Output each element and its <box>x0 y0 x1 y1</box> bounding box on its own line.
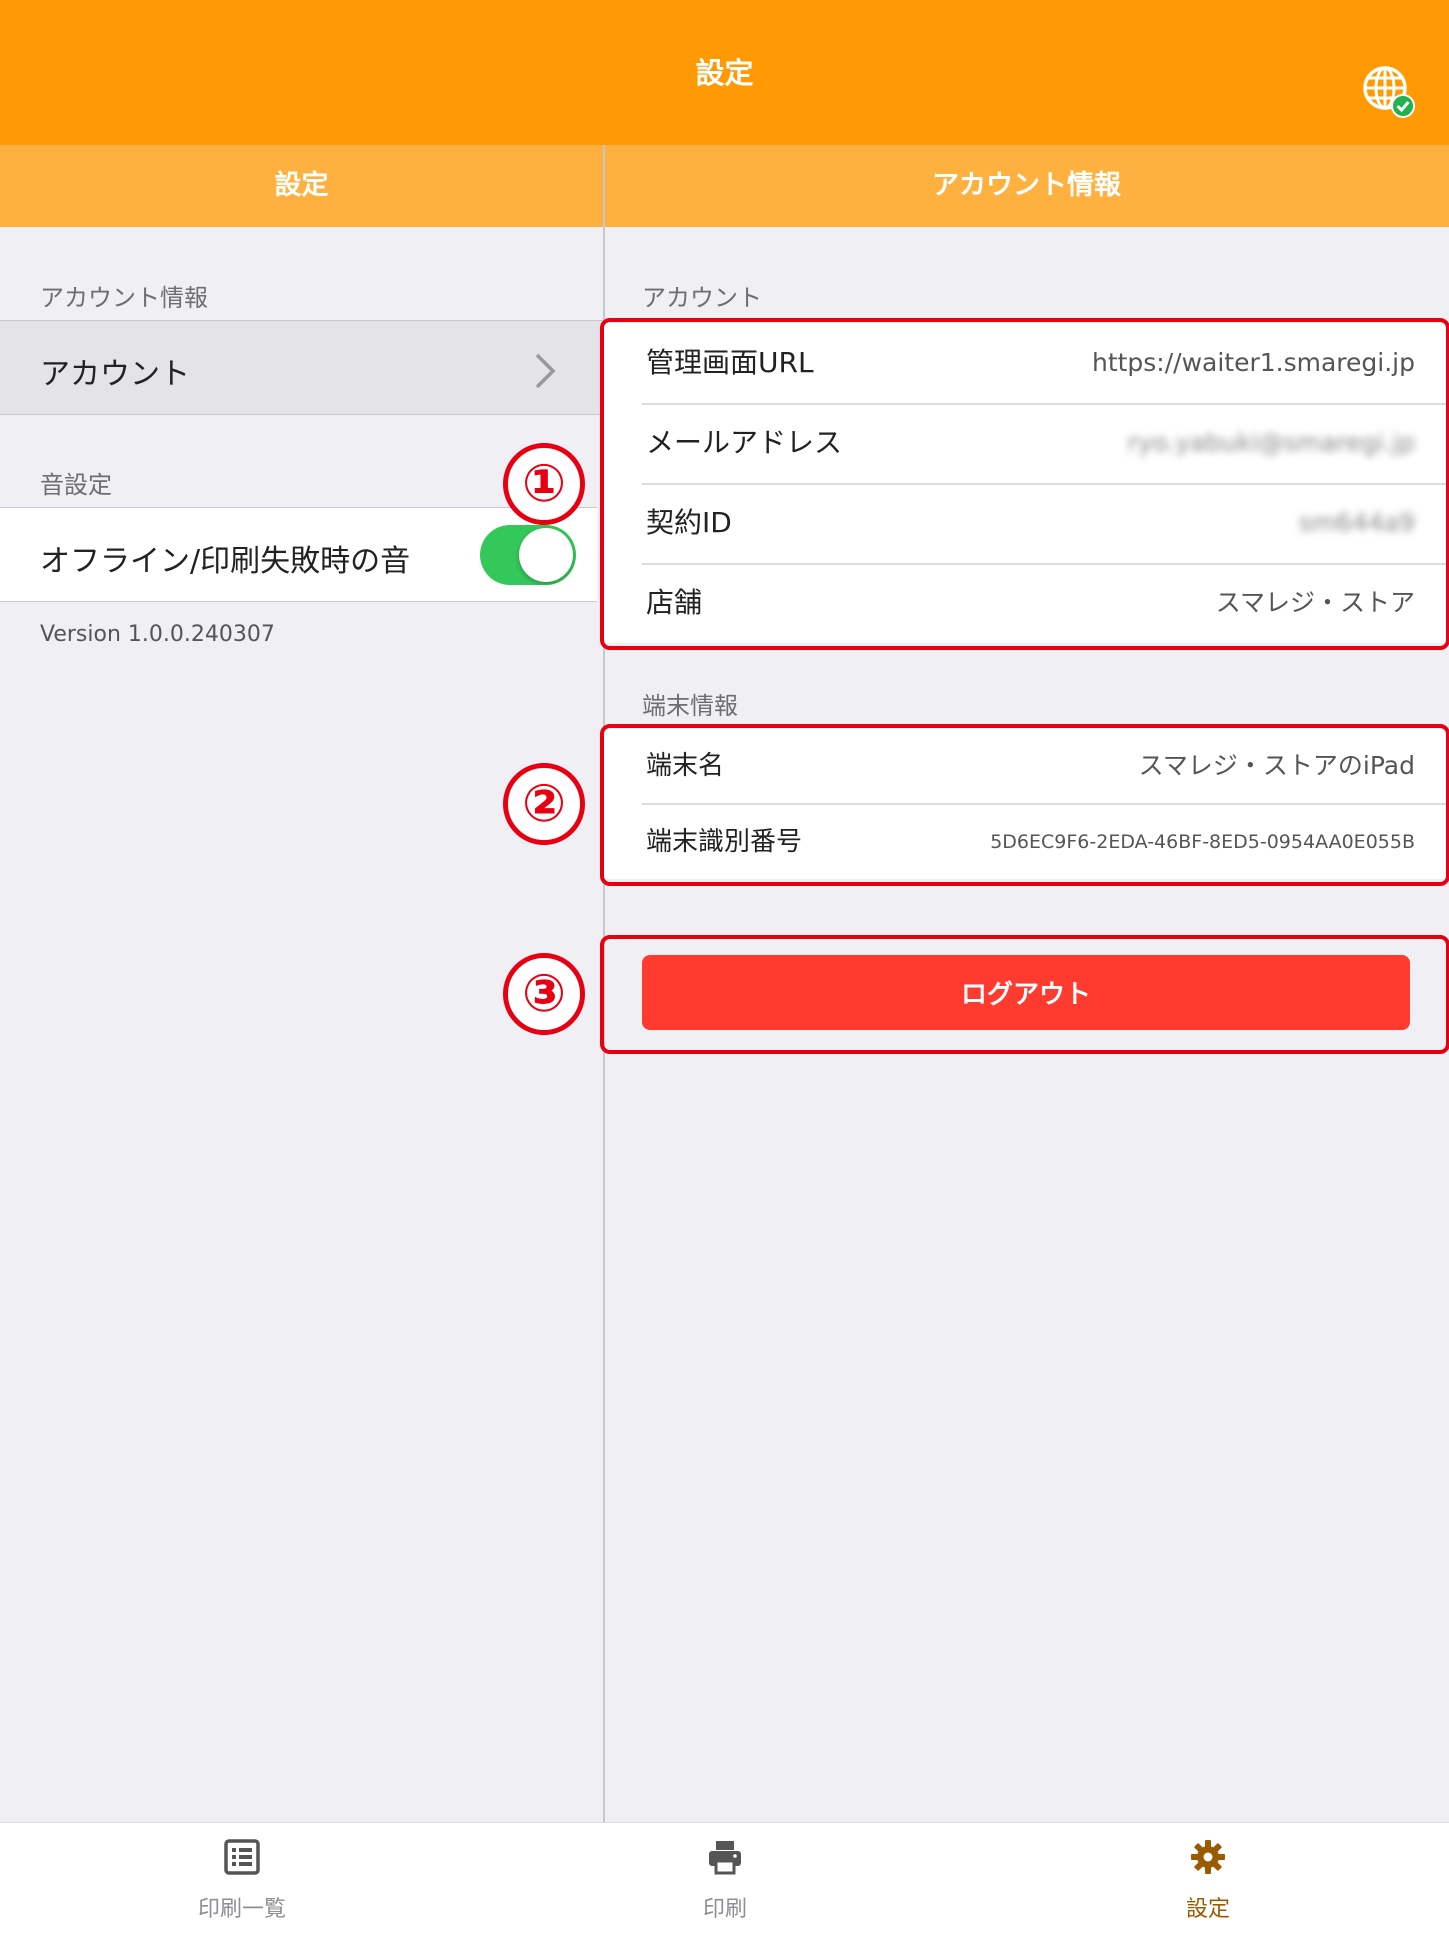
annotation-number-3: ③ <box>503 953 585 1035</box>
printer-icon <box>709 1841 741 1875</box>
annotation-box-1 <box>600 318 1449 650</box>
section-label-device: 端末情報 <box>642 692 738 720</box>
annotation-number-1: ① <box>503 443 585 525</box>
section-label-account: アカウント <box>642 284 762 312</box>
tab-print-list-label: 印刷一覧 <box>197 1897 286 1922</box>
globe-connected-icon[interactable] <box>1359 62 1419 122</box>
toggle-knob <box>519 528 573 582</box>
sound-toggle[interactable] <box>480 525 576 585</box>
version-text: Version 1.0.0.240307 <box>40 622 275 647</box>
tab-settings-label: 設定 <box>1185 1897 1230 1922</box>
annotation-box-2 <box>600 724 1449 886</box>
tab-print-list[interactable]: 印刷一覧 <box>142 1823 342 1933</box>
top-bar: 設定 <box>0 0 1449 145</box>
gear-icon <box>1191 1840 1225 1874</box>
section-label-account-info: アカウント情報 <box>40 284 208 312</box>
page-title: 設定 <box>695 56 754 90</box>
list-icon <box>224 1839 260 1875</box>
sidebar-item-account[interactable]: アカウント <box>0 320 603 415</box>
chevron-right-icon <box>535 353 556 389</box>
tab-print[interactable]: 印刷 <box>625 1823 825 1933</box>
section-label-sound: 音設定 <box>40 471 112 499</box>
right-panel-title: アカウント情報 <box>604 145 1449 227</box>
sound-setting-label: オフライン/印刷失敗時の音 <box>40 544 411 579</box>
sidebar-item-account-label: アカウント <box>40 357 190 392</box>
annotation-number-2: ② <box>503 763 585 845</box>
left-panel-title: 設定 <box>0 145 603 227</box>
tab-print-label: 印刷 <box>702 1897 747 1922</box>
tab-bar: 印刷一覧 印刷 設定 <box>0 1822 1449 1933</box>
tab-settings[interactable]: 設定 <box>1108 1823 1308 1933</box>
annotation-box-3 <box>600 935 1449 1054</box>
